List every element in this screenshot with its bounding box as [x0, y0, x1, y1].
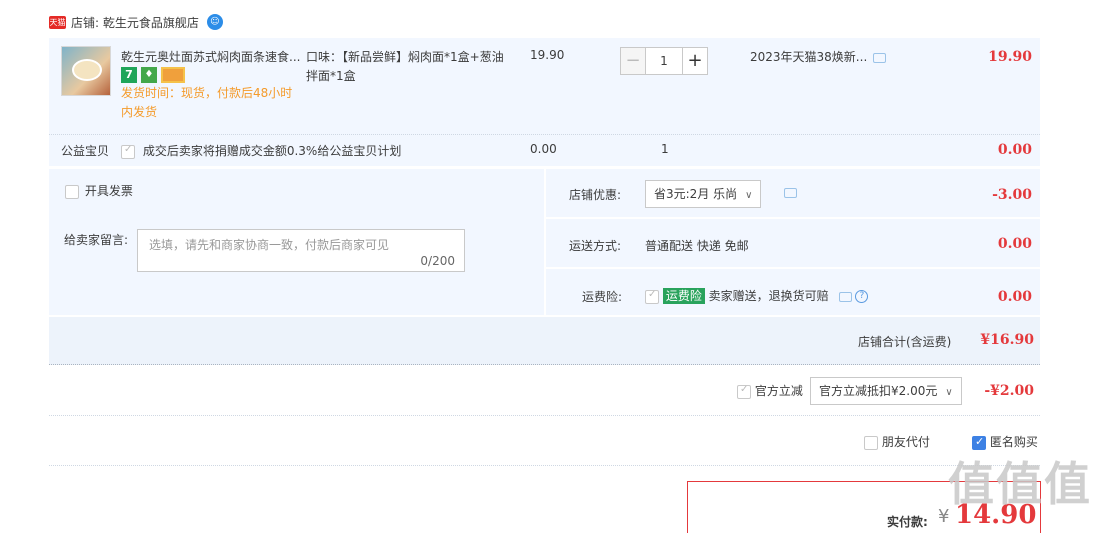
- tmall-icon: 天猫: [49, 15, 66, 29]
- increase-button[interactable]: +: [682, 47, 708, 75]
- charity-qty: 1: [661, 142, 669, 156]
- product-thumbnail[interactable]: [61, 46, 111, 96]
- decrease-button[interactable]: −: [620, 47, 646, 75]
- invoice-label[interactable]: 开具发票: [85, 184, 133, 198]
- charity-option: 成交后卖家将捐赠成交金额0.3%给公益宝贝计划: [121, 142, 401, 159]
- shipping-time: 发货时间：现货，付款后48小时内发货: [121, 86, 293, 119]
- discount-select[interactable]: 省3元:2月 乐尚 ∨: [645, 180, 762, 208]
- insurance-amount: 0.00: [997, 289, 1032, 305]
- friend-pay-option: 朋友代付: [864, 433, 930, 450]
- help-icon[interactable]: ?: [855, 290, 869, 303]
- insurance-tag: 运费险: [662, 288, 705, 304]
- insurance-option: 运费险 卖家赠送，退换货可赔 ?: [645, 287, 869, 304]
- discount-amount: -3.00: [992, 187, 1032, 203]
- shipping-label: 运送方式:: [569, 239, 622, 253]
- friend-pay-checkbox[interactable]: [864, 435, 878, 450]
- item-subtotal: 19.90: [988, 49, 1032, 65]
- shop-name[interactable]: 店铺: 乾生元食品旗舰店: [71, 14, 199, 31]
- shop-total-label: 店铺合计(含运费): [858, 335, 952, 349]
- shipping-value: 普通配送 快递 免邮: [645, 239, 749, 253]
- insurance-checkbox: [645, 289, 659, 304]
- divider: [49, 415, 1040, 416]
- quantity-input[interactable]: 1: [646, 47, 682, 75]
- pay-label: 实付款:: [887, 515, 928, 529]
- charity-text: 成交后卖家将捐赠成交金额0.3%给公益宝贝计划: [142, 144, 402, 158]
- wangwang-icon[interactable]: ☺: [206, 14, 223, 30]
- message-placeholder: 选填，请先和商家协商一致，付款后商家可见: [149, 238, 390, 252]
- insurance-text: 卖家赠送，退换货可赔: [708, 289, 829, 303]
- shipping-amount: 0.00: [997, 236, 1032, 252]
- friend-pay-label[interactable]: 朋友代付: [882, 435, 930, 449]
- comment-icon[interactable]: [838, 291, 852, 302]
- card-icon[interactable]: [161, 67, 185, 83]
- shop-total-amount: ¥16.90: [980, 332, 1034, 348]
- promotion: 2023年天猫38焕新...: [750, 48, 887, 65]
- charity-checkbox: [121, 144, 135, 159]
- message-input[interactable]: 选填，请先和商家协商一致，付款后商家可见 0/200: [137, 229, 465, 272]
- charity-label: 公益宝贝: [61, 144, 110, 158]
- charity-subtotal: 0.00: [997, 142, 1032, 158]
- chevron-down-icon: ∨: [745, 190, 753, 201]
- official-discount-label: 官方立减: [754, 384, 803, 398]
- comment-icon[interactable]: [784, 188, 797, 198]
- message-counter: 0/200: [420, 254, 455, 268]
- invoice-option: 开具发票: [65, 182, 133, 199]
- divider: [49, 134, 1040, 135]
- discount-label: 店铺优惠:: [569, 188, 622, 202]
- charity-price: 0.00: [530, 142, 557, 156]
- official-discount-amount: -¥2.00: [984, 383, 1034, 399]
- unit-price: 19.90: [530, 48, 565, 62]
- product-spec: 口味：【新品尝鲜】焖肉面*1盒+葱油拌面*1盒: [306, 50, 504, 83]
- official-discount-option: 官方立减: [737, 382, 803, 399]
- seven-day-return-icon[interactable]: 7: [121, 67, 137, 83]
- comment-icon[interactable]: [873, 52, 887, 63]
- quality-icon[interactable]: ♦: [141, 67, 157, 83]
- invoice-checkbox[interactable]: [65, 184, 79, 199]
- quantity-stepper: − 1 +: [620, 47, 708, 75]
- product-title[interactable]: 乾生元奥灶面苏式焖肉面条速食...: [121, 48, 301, 65]
- official-discount-checkbox: [737, 384, 751, 399]
- message-label: 给卖家留言:: [64, 233, 129, 247]
- anonymous-label[interactable]: 匿名购买: [990, 435, 1038, 449]
- promotion-text[interactable]: 2023年天猫38焕新...: [750, 50, 867, 64]
- chevron-down-icon: ∨: [945, 387, 953, 398]
- discount-selected: 省3元:2月 乐尚: [654, 187, 738, 201]
- insurance-label: 运费险:: [582, 290, 623, 304]
- official-discount-selected: 官方立减抵扣¥2.00元: [819, 384, 938, 398]
- watermark-logo: 值值值: [948, 457, 1092, 511]
- divider: [49, 465, 1040, 466]
- official-discount-select[interactable]: 官方立减抵扣¥2.00元 ∨: [810, 377, 962, 405]
- service-badges: 7 ♦: [121, 67, 185, 83]
- shop-header: 天猫 店铺: 乾生元食品旗舰店 ☺: [49, 12, 223, 32]
